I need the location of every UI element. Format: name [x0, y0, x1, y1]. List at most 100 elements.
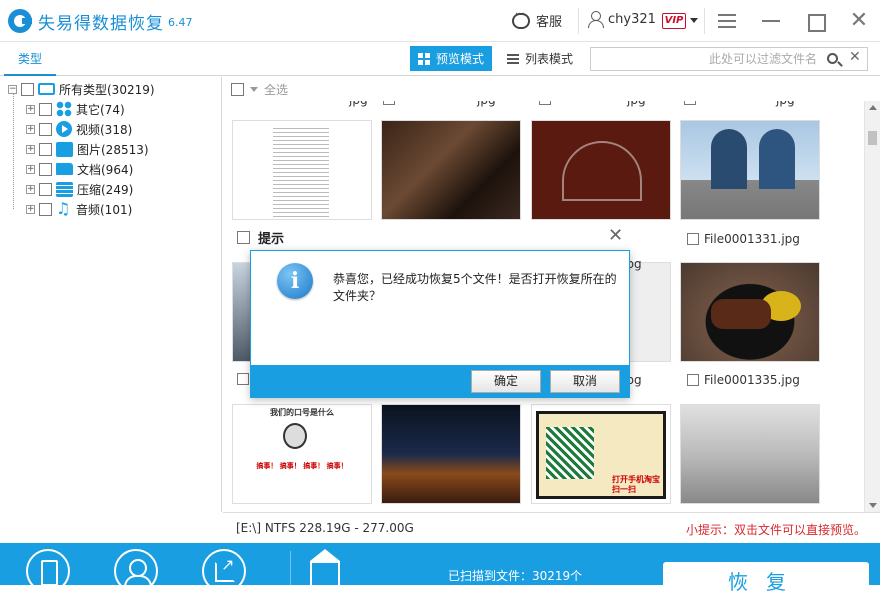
maximize-icon[interactable] — [800, 6, 830, 36]
thumbnail-caption: 搞事！ 搞事！ 搞事！ 搞事！ — [256, 462, 348, 470]
file-name[interactable]: jpg — [349, 101, 368, 107]
select-all-label: 全选 — [264, 83, 289, 97]
thumbnail-photo[interactable] — [680, 404, 820, 504]
video-icon — [56, 121, 72, 137]
other-icon — [56, 101, 72, 117]
thumbnail-document[interactable] — [232, 120, 372, 220]
tree-item-video[interactable]: + 视频(318) — [26, 119, 132, 139]
minimize-icon[interactable] — [756, 6, 786, 36]
tree-item-label: 所有类型(30219) — [59, 82, 155, 97]
file-checkbox[interactable] — [539, 101, 551, 105]
title-bar: 失易得数据恢复 6.47 客服 chy321 VIP ✕ — [0, 0, 880, 42]
divider — [704, 8, 705, 34]
expand-icon[interactable]: + — [26, 144, 35, 154]
thumbnail-image[interactable]: 我们的口号是什么 搞事！ 搞事！ 搞事！ 搞事！ — [232, 404, 372, 504]
tree-item-other[interactable]: + 其它(74) — [26, 99, 125, 119]
list-mode-button[interactable]: 列表模式 — [498, 46, 582, 71]
file-checkbox[interactable] — [684, 101, 696, 105]
tree-item-label: 文档(964) — [77, 162, 134, 177]
logo-icon — [8, 9, 32, 33]
file-checkbox[interactable] — [237, 373, 249, 385]
dialog-message: 恭喜您，已经成功恢复5个文件！是否打开恢复所在的文件夹？ — [333, 272, 617, 303]
chat-bubble-icon — [512, 9, 530, 29]
vertical-scrollbar[interactable] — [864, 101, 880, 512]
thumbnail-photo[interactable] — [381, 120, 521, 220]
collapse-icon[interactable]: − — [8, 84, 17, 94]
scroll-thumb[interactable] — [868, 131, 877, 145]
thumbnail-photo[interactable] — [531, 120, 671, 220]
checkbox[interactable] — [39, 182, 52, 196]
file-name[interactable]: jpg — [477, 101, 496, 107]
thumbnail-image[interactable]: 打开手机淘宝扫一扫 — [531, 404, 671, 504]
thumbnail-photo[interactable] — [381, 404, 521, 504]
home-icon[interactable] — [310, 549, 340, 585]
scroll-down-icon[interactable] — [869, 503, 877, 508]
user-account-button[interactable]: chy321 — [588, 11, 656, 28]
file-checkbox[interactable] — [383, 101, 395, 105]
file-name[interactable]: jpg — [776, 101, 795, 107]
chevron-down-icon[interactable] — [690, 18, 698, 23]
expand-icon[interactable]: + — [26, 184, 35, 194]
thumbnail-caption: 我们的口号是什么 — [270, 408, 334, 417]
tree-item-all[interactable]: − 所有类型(30219) — [8, 79, 155, 99]
checkbox[interactable] — [39, 102, 52, 116]
divider — [290, 551, 291, 585]
vip-badge[interactable]: VIP — [662, 13, 686, 29]
tree-item-document[interactable]: + 文档(964) — [26, 159, 133, 179]
tree-item-label: 压缩(249) — [77, 182, 134, 197]
clear-icon[interactable]: ✕ — [849, 49, 861, 65]
list-mode-label: 列表模式 — [524, 52, 573, 66]
dialog-title-label: 提示 — [258, 232, 285, 247]
select-all[interactable]: 全选 — [231, 81, 288, 98]
user-icon[interactable] — [114, 549, 158, 593]
checkbox[interactable] — [687, 233, 699, 245]
checkbox[interactable] — [687, 374, 699, 386]
menu-icon[interactable] — [712, 6, 742, 36]
close-icon[interactable]: ✕ — [844, 6, 874, 36]
grid-view-icon — [417, 52, 430, 65]
tab-type[interactable]: 类型 — [4, 42, 56, 76]
recover-button[interactable]: 恢复 — [663, 562, 869, 602]
checkbox[interactable] — [39, 162, 52, 176]
checkbox[interactable] — [231, 83, 244, 96]
ok-button[interactable]: 确定 — [471, 370, 541, 393]
file-name[interactable]: jpg — [627, 101, 646, 107]
preview-mode-label: 预览模式 — [435, 52, 484, 66]
chevron-down-icon[interactable] — [250, 87, 258, 92]
checkbox[interactable] — [39, 142, 52, 156]
document-icon — [56, 163, 73, 175]
audio-icon: ♫ — [56, 199, 71, 218]
open-folder-icon[interactable] — [202, 549, 246, 593]
expand-icon[interactable]: + — [26, 164, 35, 174]
checkbox[interactable] — [39, 122, 52, 136]
thumbnail-photo[interactable] — [680, 262, 820, 362]
tree-item-audio[interactable]: + ♫ 音频(101) — [26, 199, 132, 219]
expand-icon[interactable]: + — [26, 124, 35, 134]
user-icon — [588, 11, 604, 28]
file-item[interactable]: File0001331.jpg — [687, 232, 800, 246]
checkbox[interactable] — [237, 231, 250, 244]
tree-item-label: 图片(28513) — [77, 142, 149, 157]
filter-input[interactable] — [595, 50, 817, 68]
phone-icon[interactable] — [26, 549, 70, 593]
checkbox[interactable] — [21, 82, 34, 96]
tree-item-picture[interactable]: + 图片(28513) — [26, 139, 149, 159]
dialog-header: 提示 ✕ — [231, 224, 631, 250]
preview-mode-button[interactable]: 预览模式 — [410, 46, 492, 71]
confirm-dialog: i 恭喜您，已经成功恢复5个文件！是否打开恢复所在的文件夹？ 确定 取消 — [250, 250, 630, 398]
dialog-title: 提示 — [237, 228, 284, 247]
close-icon[interactable]: ✕ — [608, 225, 623, 246]
search-icon[interactable] — [827, 53, 838, 64]
customer-service-label: 客服 — [536, 15, 563, 30]
scroll-up-icon[interactable] — [869, 105, 877, 110]
expand-icon[interactable]: + — [26, 104, 35, 114]
tree-item-archive[interactable]: + 压缩(249) — [26, 179, 133, 199]
thumbnail-photo[interactable] — [680, 120, 820, 220]
app-title: 失易得数据恢复 — [38, 14, 164, 34]
app-version: 6.47 — [168, 16, 193, 29]
customer-service-button[interactable]: 客服 — [512, 9, 563, 30]
file-item[interactable]: File0001335.jpg — [687, 373, 800, 387]
expand-icon[interactable]: + — [26, 204, 35, 214]
checkbox[interactable] — [39, 202, 52, 216]
cancel-button[interactable]: 取消 — [550, 370, 620, 393]
